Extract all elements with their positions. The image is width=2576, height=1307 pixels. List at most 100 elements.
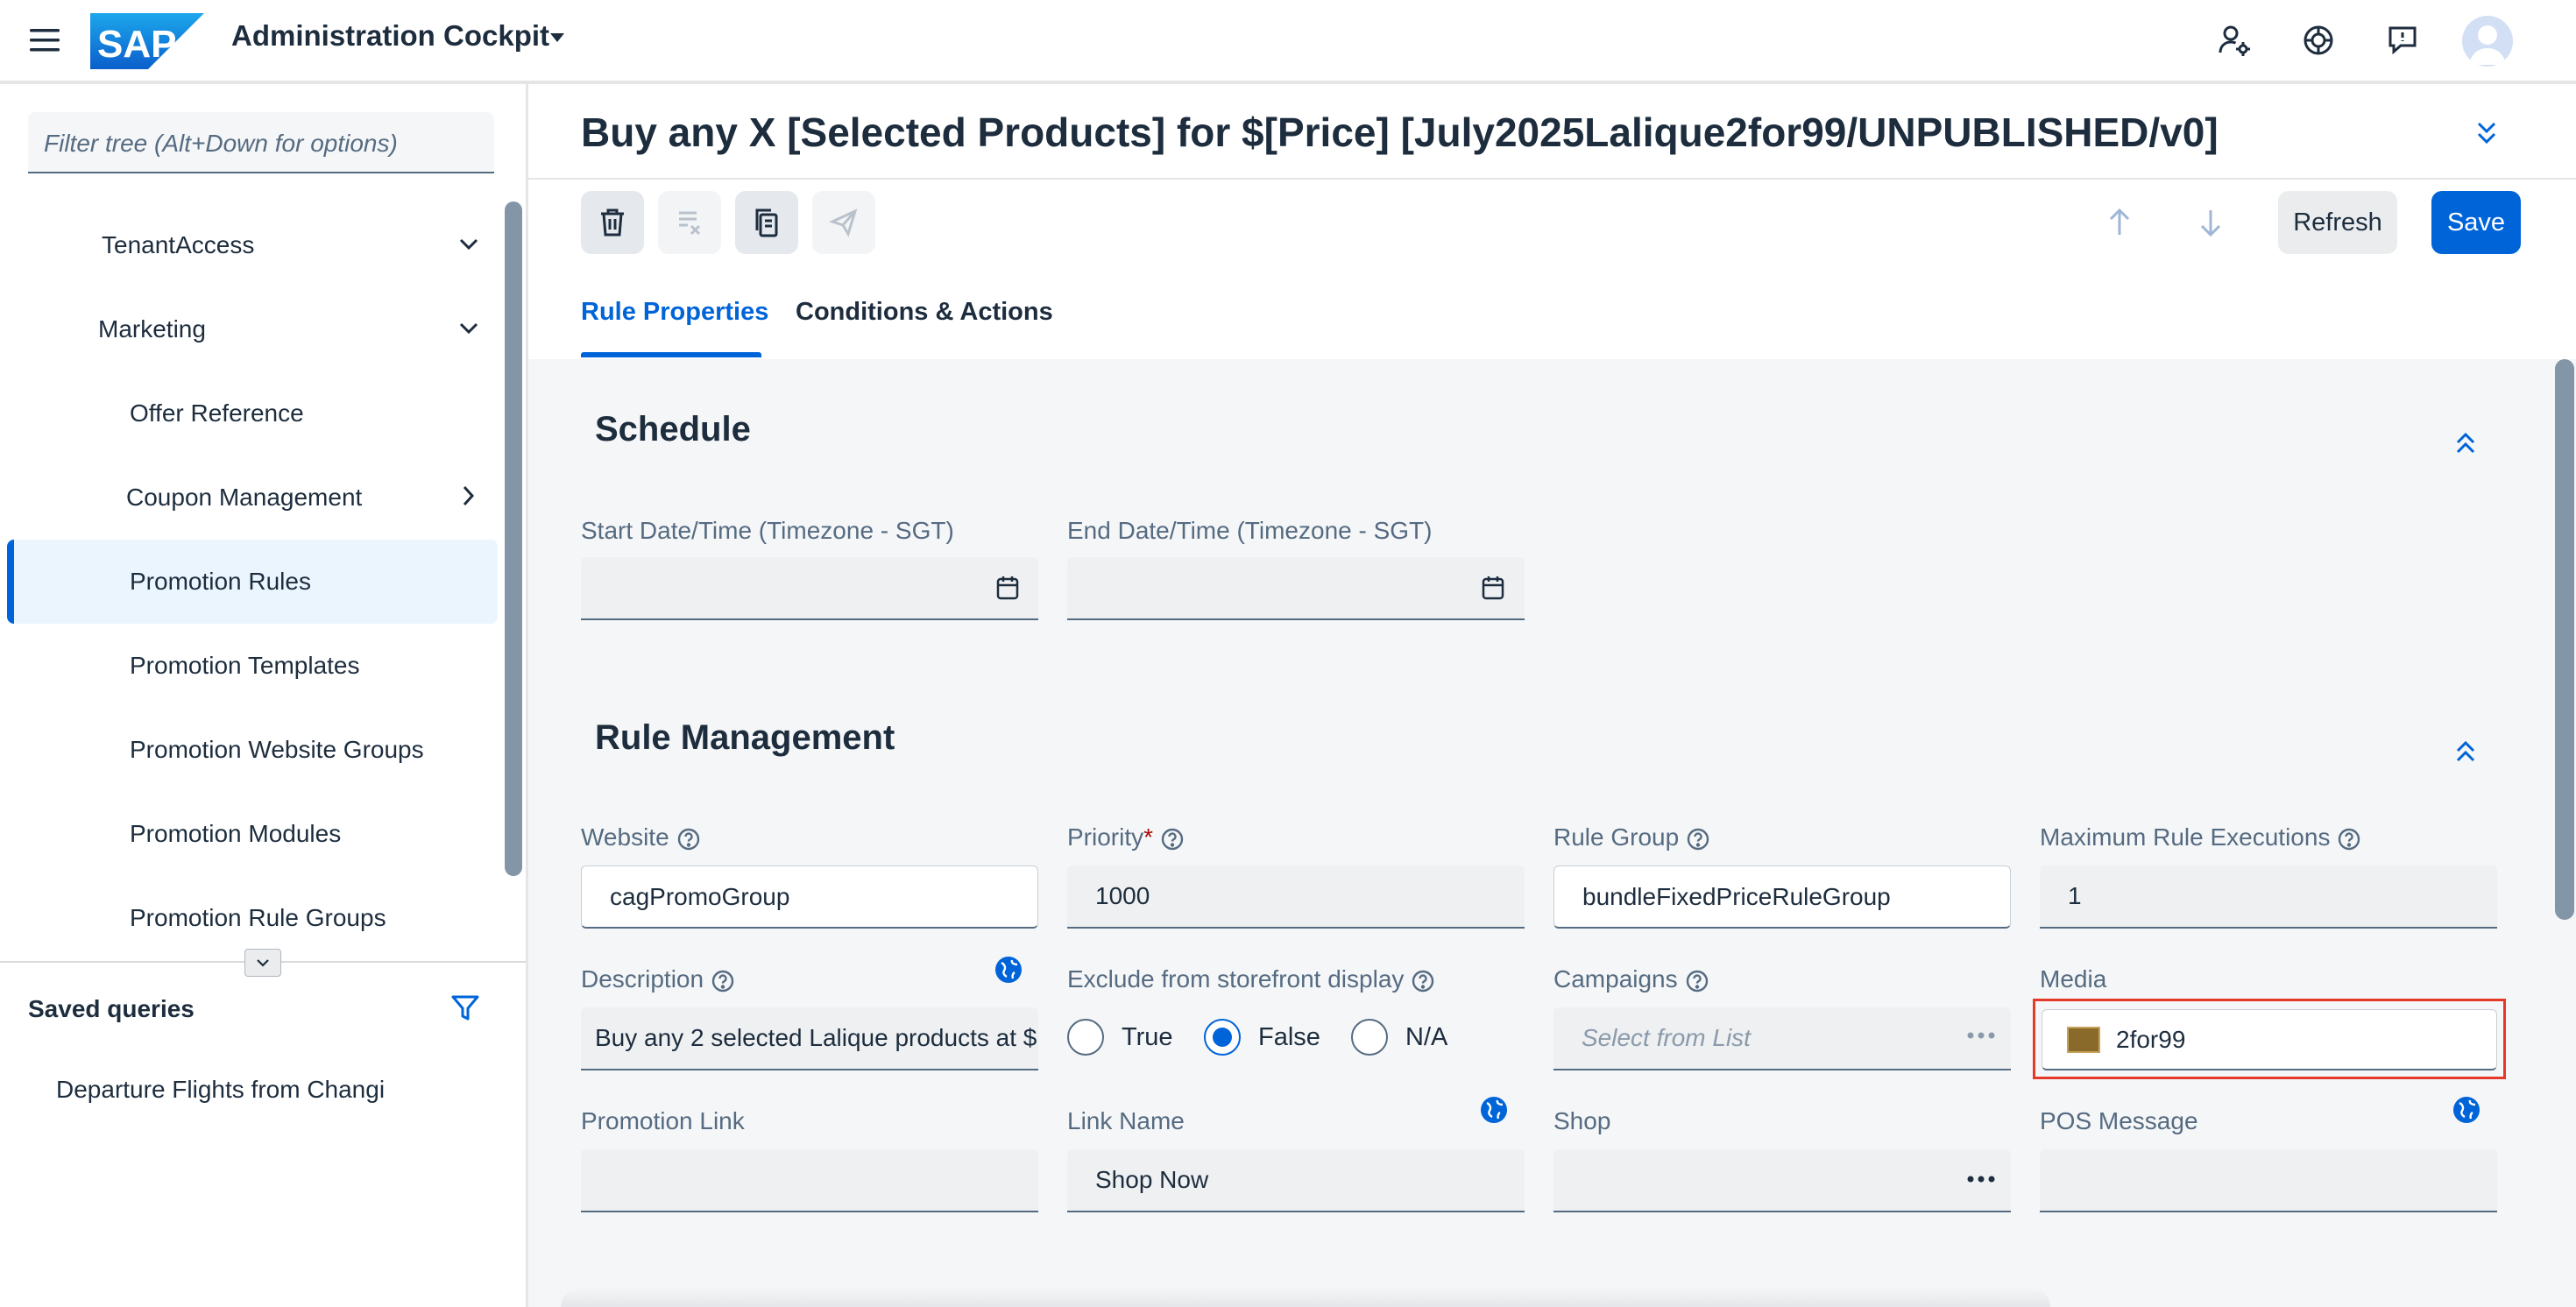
copy-button[interactable] (735, 191, 798, 254)
radio-button[interactable] (1067, 1019, 1104, 1056)
help-icon[interactable] (1411, 969, 1435, 993)
shop-input[interactable] (1553, 1149, 2011, 1212)
more-icon[interactable] (1966, 1174, 1996, 1184)
app-title[interactable]: Administration Cockpit (231, 19, 549, 53)
tree-item-offer-reference[interactable]: Offer Reference (130, 399, 304, 427)
refresh-button[interactable]: Refresh (2278, 191, 2397, 254)
clear-button[interactable] (658, 191, 721, 254)
more-icon[interactable] (1966, 1030, 1996, 1041)
calendar-icon[interactable] (995, 575, 1020, 601)
website-label: Website (581, 823, 701, 851)
help-icon[interactable] (676, 827, 701, 851)
media-highlight (2033, 999, 2506, 1079)
max-executions-input[interactable]: 1 (2040, 865, 2497, 929)
user-avatar[interactable] (2462, 16, 2513, 67)
user-settings-icon[interactable] (2213, 19, 2255, 61)
globe-icon[interactable] (1479, 1095, 1509, 1125)
collapse-header-icon[interactable] (2474, 119, 2499, 147)
campaigns-input[interactable]: Select from List (1553, 1007, 2011, 1070)
tree-item-promotion-website-groups[interactable]: Promotion Website Groups (130, 736, 424, 764)
saved-queries-title: Saved queries (28, 995, 195, 1022)
footer-shadow (561, 1288, 2050, 1307)
campaigns-label-text: Campaigns (1553, 965, 1678, 993)
chevron-right-icon[interactable] (459, 484, 478, 508)
help-icon[interactable] (711, 969, 735, 993)
arrow-down-icon[interactable] (2197, 207, 2224, 238)
priority-input[interactable]: 1000 (1067, 865, 1525, 929)
collapse-section-icon[interactable] (2453, 738, 2478, 764)
end-date-label: End Date/Time (Timezone - SGT) (1067, 517, 1433, 544)
save-button[interactable]: Save (2431, 191, 2521, 254)
rule-group-label: Rule Group (1553, 823, 1710, 851)
required-mark: * (1143, 823, 1154, 851)
theme-icon[interactable] (2297, 19, 2339, 61)
radio-label: False (1258, 1022, 1320, 1051)
sap-logo-text: SAP (97, 23, 176, 66)
media-label: Media (2040, 965, 2107, 993)
section-title-rule-management: Rule Management (595, 718, 895, 757)
tree-item-coupon-management[interactable]: Coupon Management (126, 484, 362, 512)
tab-conditions-actions[interactable]: Conditions & Actions (796, 298, 1053, 327)
promotion-link-label: Promotion Link (581, 1107, 745, 1134)
tree-item-marketing[interactable]: Marketing (98, 315, 206, 343)
rule-group-label-text: Rule Group (1553, 823, 1680, 851)
section-title-schedule: Schedule (595, 410, 751, 449)
max-executions-label: Maximum Rule Executions (2040, 823, 2361, 851)
description-input[interactable]: Buy any 2 selected Lalique products at $ (581, 1007, 1038, 1070)
exclude-storefront-label: Exclude from storefront display (1067, 965, 1435, 993)
filter-tree-input[interactable]: Filter tree (Alt+Down for options) (28, 112, 494, 173)
collapse-section-icon[interactable] (2453, 429, 2478, 456)
link-name-input[interactable]: Shop Now (1067, 1149, 1525, 1212)
help-icon[interactable] (1160, 827, 1185, 851)
start-date-input[interactable] (581, 557, 1038, 620)
globe-icon[interactable] (2452, 1095, 2481, 1125)
tree-item-promotion-templates[interactable]: Promotion Templates (130, 652, 360, 680)
globe-icon[interactable] (994, 955, 1023, 985)
priority-label-text: Priority (1067, 823, 1144, 851)
promotion-link-input[interactable] (581, 1149, 1038, 1212)
tree-item-promotion-modules[interactable]: Promotion Modules (130, 820, 341, 848)
tree-item-promotion-rule-groups[interactable]: Promotion Rule Groups (130, 904, 386, 932)
radio-na[interactable]: N/A (1351, 1019, 1447, 1056)
radio-false[interactable]: False (1204, 1019, 1320, 1056)
tab-active-indicator (581, 352, 761, 357)
radio-button[interactable] (1351, 1019, 1388, 1056)
tree-item-tenantaccess[interactable]: TenantAccess (102, 231, 254, 259)
app-title-dropdown-icon[interactable] (548, 32, 566, 44)
arrow-up-icon[interactable] (2106, 207, 2133, 238)
chevron-down-icon[interactable] (457, 319, 480, 338)
help-icon[interactable] (1685, 969, 1709, 993)
sap-logo: SAP (90, 13, 204, 69)
content-scrollbar[interactable] (2555, 359, 2574, 920)
page-title: Buy any X [Selected Products] for $[Pric… (581, 110, 2219, 155)
pos-message-input[interactable] (2040, 1149, 2497, 1212)
max-executions-label-text: Maximum Rule Executions (2040, 823, 2331, 851)
header-separator (526, 178, 2576, 180)
chevron-down-icon[interactable] (244, 949, 281, 977)
tree-scrollbar[interactable] (505, 201, 522, 876)
calendar-icon[interactable] (1481, 575, 1505, 601)
radio-label: True (1122, 1022, 1173, 1051)
shop-label: Shop (1553, 1107, 1611, 1134)
radio-true[interactable]: True (1067, 1019, 1173, 1056)
delete-button[interactable] (581, 191, 644, 254)
website-input[interactable]: cagPromoGroup (581, 865, 1038, 929)
tree-selection-indicator (7, 540, 14, 624)
rule-group-input[interactable]: bundleFixedPriceRuleGroup (1553, 865, 2011, 929)
help-icon[interactable] (2337, 827, 2361, 851)
start-date-label: Start Date/Time (Timezone - SGT) (581, 517, 954, 544)
menu-icon[interactable] (28, 26, 61, 54)
priority-label: Priority* (1067, 823, 1185, 851)
radio-button-selected[interactable] (1204, 1019, 1241, 1056)
saved-query-item[interactable]: Departure Flights from Changi (56, 1076, 385, 1104)
tree-item-promotion-rules[interactable]: Promotion Rules (130, 568, 311, 596)
navigation-panel (0, 84, 528, 1307)
end-date-input[interactable] (1067, 557, 1525, 620)
help-icon[interactable] (1686, 827, 1710, 851)
tab-rule-properties[interactable]: Rule Properties (581, 298, 768, 327)
publish-button[interactable] (812, 191, 875, 254)
filter-icon[interactable] (450, 993, 480, 1023)
feedback-icon[interactable] (2381, 19, 2424, 61)
chevron-down-icon[interactable] (457, 235, 480, 254)
campaigns-label: Campaigns (1553, 965, 1709, 993)
